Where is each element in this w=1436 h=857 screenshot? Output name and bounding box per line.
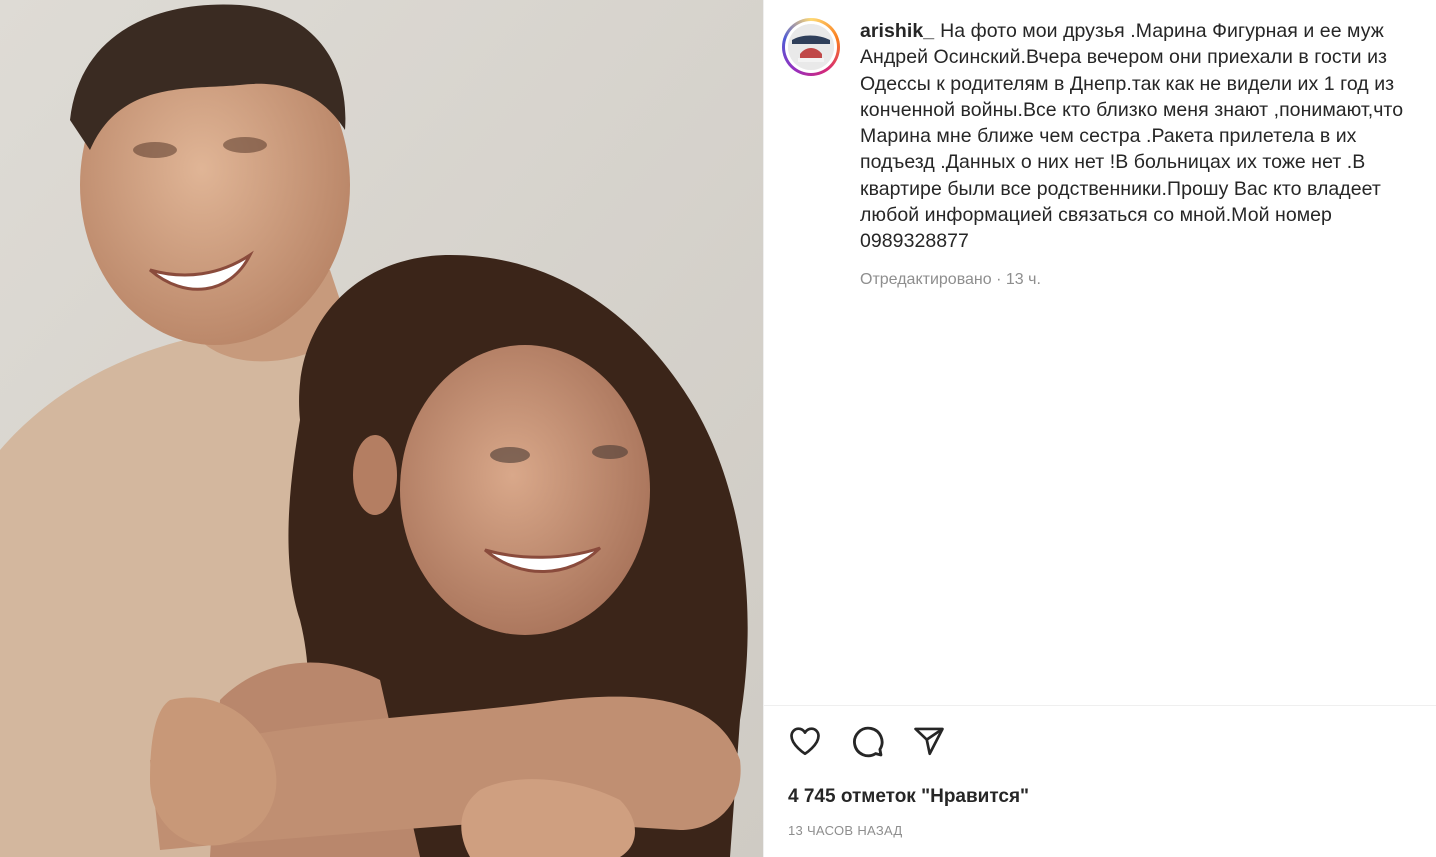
avatar-picture: [788, 24, 834, 70]
username-link[interactable]: arishik_: [860, 20, 934, 42]
caption-row: arishik_ На фото мои друзья .Марина Фигур…: [782, 18, 1436, 255]
heart-outline-icon[interactable]: [786, 722, 824, 760]
edited-label: Отредактировано: [860, 271, 992, 288]
action-bar: [786, 722, 948, 760]
meta-separator: ·: [996, 271, 1002, 288]
avatar-image: [788, 24, 834, 70]
post-details-panel: arishik_ На фото мои друзья .Марина Фигур…: [764, 0, 1436, 857]
paper-plane-icon[interactable]: [910, 722, 948, 760]
edited-time[interactable]: 13 ч.: [1006, 271, 1041, 288]
photo-illustration: [0, 0, 763, 857]
caption-text: На фото мои друзья .Марина Фигурная и ее…: [860, 20, 1404, 253]
actions-divider: [764, 705, 1436, 706]
post-photo[interactable]: [0, 0, 763, 857]
comment-bubble-icon[interactable]: [848, 722, 886, 760]
likes-count[interactable]: 4 745 отметок "Нравится": [788, 786, 1029, 808]
post-timestamp[interactable]: 13 часов назад: [788, 823, 903, 838]
caption-meta: Отредактировано · 13 ч.: [860, 271, 1041, 289]
caption: arishik_ На фото мои друзья .Марина Фигур…: [860, 18, 1436, 255]
profile-avatar[interactable]: [782, 18, 840, 76]
